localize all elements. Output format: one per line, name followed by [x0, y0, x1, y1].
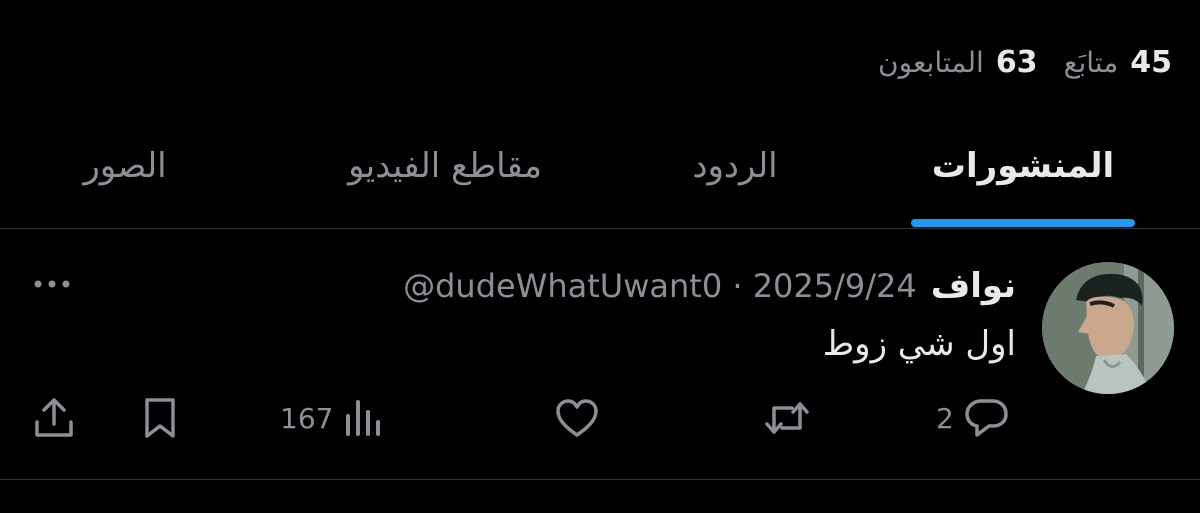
followers-label: المتابعون [878, 45, 984, 79]
views-icon [346, 400, 381, 436]
tab-replies[interactable]: الردود [660, 138, 810, 194]
repost-icon [765, 402, 809, 434]
tabs-divider [0, 228, 1200, 229]
active-tab-indicator [911, 219, 1135, 227]
following-count: 45 [1130, 44, 1172, 80]
share-button[interactable] [32, 392, 76, 444]
more-button[interactable] [30, 266, 74, 302]
following-link[interactable]: 45 متابَع [1064, 45, 1172, 80]
profile-stats: 45 متابَع 63 المتابعون [878, 40, 1172, 84]
reply-count: 2 [936, 401, 954, 435]
bookmark-icon [145, 398, 175, 438]
reply-icon [965, 399, 1008, 437]
followers-link[interactable]: 63 المتابعون [878, 45, 1038, 80]
following-label: متابَع [1063, 45, 1119, 79]
share-icon [35, 398, 73, 437]
tab-posts[interactable]: المنشورات [911, 138, 1135, 194]
reply-button[interactable]: 2 [936, 392, 1010, 444]
like-button[interactable] [554, 392, 600, 444]
post-header: نواف @dudeWhatUwant0 · 2025/9/24 [403, 262, 1016, 310]
followers-count: 63 [995, 44, 1038, 80]
views-button[interactable]: 167 [280, 392, 383, 444]
bookmark-button[interactable] [140, 392, 180, 444]
post-meta[interactable]: @dudeWhatUwant0 · 2025/9/24 [403, 267, 917, 305]
views-count: 167 [280, 401, 334, 435]
avatar[interactable] [1042, 262, 1174, 394]
post-divider [0, 479, 1200, 480]
tab-photos[interactable]: الصور [50, 138, 200, 194]
more-icon [34, 280, 70, 288]
like-icon [556, 399, 598, 437]
repost-button[interactable] [762, 392, 812, 444]
tab-videos[interactable]: مقاطع الفيديو [300, 138, 590, 194]
post-text: اول شي زوط [822, 324, 1016, 364]
display-name[interactable]: نواف [931, 266, 1016, 306]
